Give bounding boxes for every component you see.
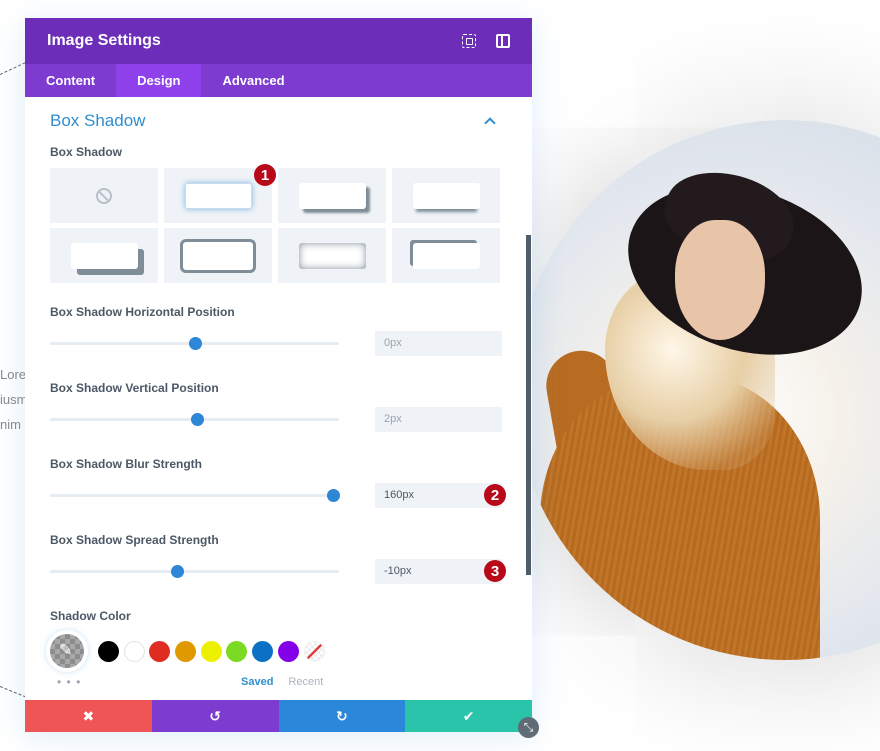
color-swatches [50,631,502,671]
swatch-black[interactable] [98,640,119,662]
swatch-footer: • • • Saved Recent [50,671,502,693]
preset-4[interactable] [50,228,158,283]
value-input[interactable] [375,406,502,432]
slider-track[interactable] [50,412,339,426]
preset-none[interactable] [50,168,158,223]
box-shadow-presets: 1 [50,164,502,283]
save-button[interactable]: ✔ [405,700,532,732]
tab-advanced[interactable]: Advanced [201,64,305,97]
preset-preview [298,242,366,269]
image-settings-panel: Image Settings Content Design Advanced B… [25,18,532,732]
resize-icon: ⤡ [523,720,534,734]
box-shadow-section-toggle[interactable]: Box Shadow [50,97,502,145]
preset-2[interactable] [278,168,386,223]
swatch-white[interactable] [123,640,145,662]
slider-row: 2 [50,480,506,510]
split-view-icon[interactable] [496,34,510,48]
slider-label: Box Shadow Blur Strength [50,457,203,471]
slider-vertical-position: Box Shadow Vertical Position [50,381,502,434]
resize-handle[interactable]: ⤡ [518,717,539,738]
undo-button[interactable]: ↺ [151,700,279,732]
value-input[interactable] [375,558,502,584]
annotation-badge: 1 [254,164,276,186]
slider-thumb[interactable] [188,336,202,350]
slider-track[interactable] [50,488,341,502]
scrollbar[interactable] [526,235,531,575]
focus-mode-icon[interactable] [462,34,476,48]
slider-row [50,328,502,358]
no-shadow-icon [96,187,112,204]
tab-bar: Content Design Advanced [25,64,532,97]
preset-preview [70,242,138,269]
slider-horizontal-position: Box Shadow Horizontal Position [50,305,502,358]
panel-header: Image Settings [25,18,532,64]
close-icon: ✖ [82,707,95,724]
preset-1[interactable]: 1 [164,164,276,223]
photo-face [675,220,765,340]
preset-preview [183,241,253,270]
connector-line-top [0,62,26,75]
shadow-color-label: Shadow Color [50,609,131,623]
swatch-red[interactable] [149,640,171,662]
annotation-badge: 3 [484,560,506,582]
preset-preview [298,182,366,209]
slider-thumb[interactable] [191,412,205,426]
circular-photo [515,120,880,660]
preset-preview [412,182,480,209]
slider-blur-strength: Box Shadow Blur Strength 2 [50,457,506,510]
swatch-purple[interactable] [277,640,299,662]
tab-design[interactable]: Design [116,64,202,97]
preset-7[interactable] [392,228,500,283]
preset-preview [184,182,252,209]
slider-row: 3 [50,556,506,586]
slider-track[interactable] [50,564,339,578]
swatch-orange[interactable] [175,640,197,662]
more-options-icon[interactable]: • • • [57,675,237,689]
check-icon: ✔ [462,707,475,724]
saved-colors-tab[interactable]: Saved [241,676,273,688]
annotation-badge: 2 [484,484,506,506]
panel-content: Box Shadow Box Shadow 1 Box Shadow Horiz… [25,97,532,699]
section-title: Box Shadow [50,111,146,130]
slider-label: Box Shadow Horizontal Position [50,305,235,319]
slider-spread-strength: Box Shadow Spread Strength 3 [50,533,506,586]
background-text-line: iusm [0,392,28,407]
slider-label: Box Shadow Vertical Position [50,381,219,395]
preset-3[interactable] [392,168,500,223]
eyedropper-color-picker[interactable] [50,634,84,668]
swatch-yellow[interactable] [200,640,222,662]
panel-title: Image Settings [47,32,161,49]
preset-6[interactable] [278,228,386,283]
undo-icon: ↺ [209,707,221,724]
panel-footer: ✖ ↺ ↻ ✔ [25,700,532,732]
swatch-clear[interactable] [303,640,325,662]
box-shadow-label: Box Shadow [50,145,123,159]
slider-track[interactable] [50,336,339,350]
slider-thumb[interactable] [327,488,341,502]
value-input[interactable] [375,330,502,356]
redo-icon: ↻ [336,707,348,724]
value-input[interactable] [375,482,502,508]
swatch-green[interactable] [226,640,248,662]
slider-thumb[interactable] [171,564,185,578]
chevron-up-icon [484,117,496,129]
connector-line-bottom [0,686,27,698]
preset-5[interactable] [164,228,272,283]
slider-row [50,404,502,434]
recent-colors-tab[interactable]: Recent [288,676,323,688]
slider-label: Box Shadow Spread Strength [50,533,219,547]
redo-button[interactable]: ↻ [278,700,406,732]
preset-preview [412,242,480,269]
tab-content[interactable]: Content [25,64,116,97]
discard-button[interactable]: ✖ [25,700,152,732]
swatch-blue[interactable] [252,640,274,662]
